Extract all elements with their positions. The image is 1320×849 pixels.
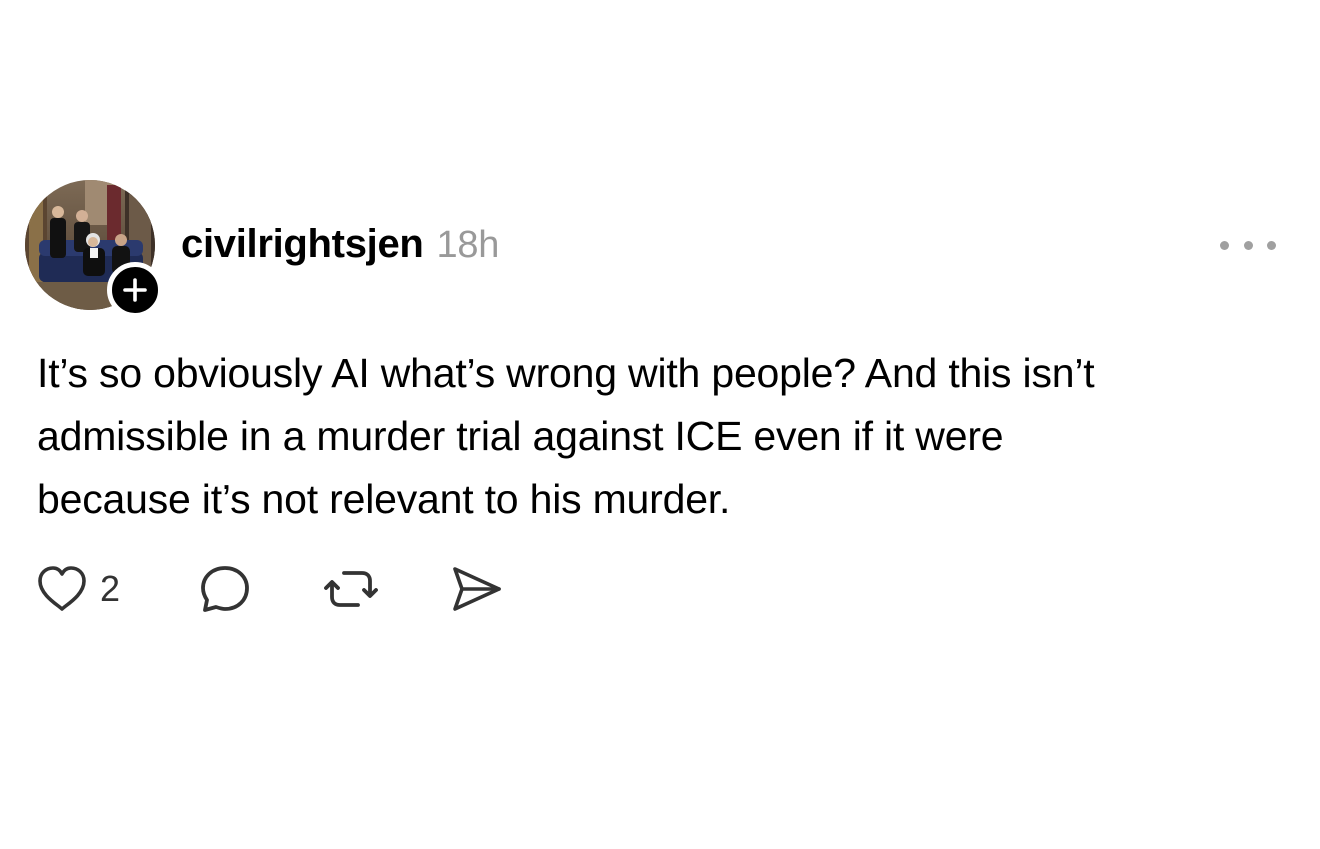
post-card: civilrightsjen 18h It’s so obviously AI …	[0, 0, 1320, 849]
more-options-button[interactable]	[1220, 232, 1276, 258]
repost-button[interactable]	[324, 562, 378, 616]
like-button[interactable]: 2	[36, 562, 120, 616]
comment-bubble-icon	[201, 566, 249, 612]
post-body: It’s so obviously AI what’s wrong with p…	[37, 342, 1287, 531]
plus-icon	[123, 278, 147, 302]
follow-button[interactable]	[107, 262, 163, 318]
post-text-line: because it’s not relevant to his murder.	[37, 476, 731, 522]
send-icon	[453, 567, 501, 611]
heart-icon	[38, 566, 86, 611]
more-horizontal-icon	[1220, 240, 1229, 250]
like-count: 2	[100, 568, 121, 609]
avatar-container[interactable]	[25, 180, 163, 318]
post-text-line: admissible in a murder trial against ICE…	[37, 413, 1004, 459]
timestamp: 18h	[436, 224, 500, 266]
share-button[interactable]	[450, 562, 504, 616]
more-horizontal-icon-dot	[1267, 240, 1276, 250]
username[interactable]: civilrightsjen	[181, 222, 424, 267]
more-horizontal-icon-dot	[1243, 240, 1253, 250]
post-header: civilrightsjen 18h	[181, 222, 499, 272]
repost-icon	[324, 571, 378, 607]
action-bar: 2	[36, 562, 516, 616]
post-text-line: It’s so obviously AI what’s wrong with p…	[37, 350, 1095, 396]
reply-button[interactable]	[198, 562, 252, 616]
